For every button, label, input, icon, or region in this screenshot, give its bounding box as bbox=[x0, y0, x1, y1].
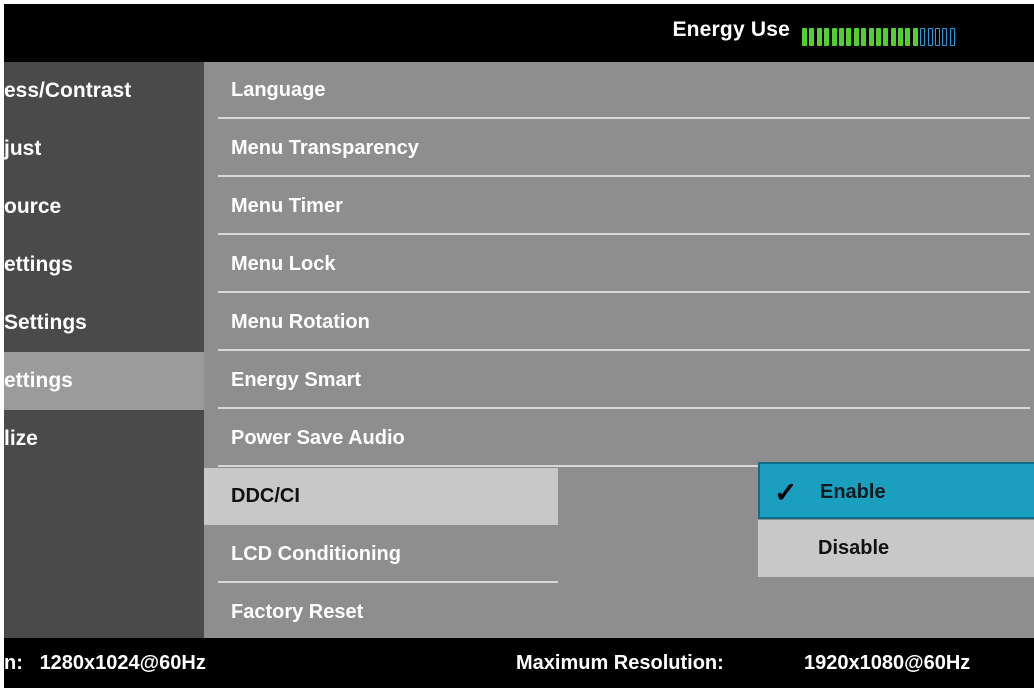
menu-item-menu-rotation[interactable]: Menu Rotation bbox=[218, 294, 1030, 351]
left-menu-item-brightness-contrast[interactable]: ess/Contrast bbox=[4, 62, 204, 120]
energy-segment-filled bbox=[831, 28, 837, 46]
left-menu-item-label: ource bbox=[4, 195, 62, 218]
energy-segment-empty bbox=[935, 28, 941, 46]
menu-item-menu-lock[interactable]: Menu Lock bbox=[218, 236, 1030, 293]
option-label: Enable bbox=[820, 481, 886, 503]
menu-item-ddc-ci[interactable]: DDC/CI bbox=[204, 468, 558, 525]
resolution-footer: n: 1280x1024@60Hz Maximum Resolution: 19… bbox=[4, 638, 1034, 688]
menu-item-power-save-audio[interactable]: Power Save Audio bbox=[218, 410, 1030, 467]
left-menu-item-auto-adjust[interactable]: just bbox=[4, 120, 204, 178]
energy-segment-empty bbox=[942, 28, 948, 46]
energy-segment-filled bbox=[824, 28, 830, 46]
left-menu-item-label: ettings bbox=[4, 369, 73, 392]
osd-header: Energy Use bbox=[4, 4, 1034, 62]
left-menu-item-label: ess/Contrast bbox=[4, 79, 132, 102]
ddc-ci-option-enable[interactable]: ✓ Enable bbox=[758, 462, 1034, 519]
energy-use-label: Energy Use bbox=[672, 18, 790, 41]
current-resolution-label: n: bbox=[4, 652, 23, 674]
current-resolution-value: 1280x1024@60Hz bbox=[39, 652, 206, 674]
energy-segment-filled bbox=[861, 28, 867, 46]
energy-segment-filled bbox=[809, 28, 815, 46]
energy-segment-filled bbox=[912, 28, 918, 46]
left-menu-item-personalize[interactable]: lize bbox=[4, 410, 204, 468]
option-label: Disable bbox=[818, 537, 890, 559]
energy-segment-empty bbox=[927, 28, 933, 46]
max-resolution-value: 1920x1080@60Hz bbox=[804, 652, 971, 674]
menu-item-energy-smart[interactable]: Energy Smart bbox=[218, 352, 1030, 409]
settings-menu: Language Menu Transparency Menu Timer Me… bbox=[204, 62, 1034, 638]
energy-segment-filled bbox=[883, 28, 889, 46]
energy-segment-filled bbox=[890, 28, 896, 46]
menu-item-language[interactable]: Language bbox=[218, 62, 1030, 119]
energy-segment-filled bbox=[816, 28, 822, 46]
menu-item-menu-timer[interactable]: Menu Timer bbox=[218, 178, 1030, 235]
energy-segment-filled bbox=[853, 28, 859, 46]
check-icon: ✓ bbox=[774, 477, 798, 508]
menu-item-menu-transparency[interactable]: Menu Transparency bbox=[218, 120, 1030, 177]
left-menu-item-color-settings[interactable]: ettings bbox=[4, 236, 204, 294]
left-menu-item-label: ettings bbox=[4, 253, 73, 276]
menu-item-lcd-conditioning[interactable]: LCD Conditioning bbox=[218, 526, 558, 583]
left-menu: ess/Contrast just ource ettings Settings… bbox=[4, 62, 204, 638]
energy-segment-filled bbox=[802, 28, 807, 46]
energy-segment-filled bbox=[868, 28, 874, 46]
left-menu-item-label: lize bbox=[4, 427, 38, 450]
left-menu-item-display-settings[interactable]: Settings bbox=[4, 294, 204, 352]
left-menu-item-label: Settings bbox=[4, 311, 87, 334]
max-resolution-label: Maximum Resolution: bbox=[516, 652, 724, 674]
energy-segment-empty bbox=[949, 28, 955, 46]
left-menu-item-label: just bbox=[4, 137, 42, 160]
left-menu-item-other-settings[interactable]: ettings bbox=[4, 352, 204, 410]
menu-item-factory-reset[interactable]: Factory Reset bbox=[218, 584, 1030, 641]
energy-segment-filled bbox=[875, 28, 881, 46]
energy-segment-filled bbox=[838, 28, 844, 46]
energy-segment-filled bbox=[898, 28, 904, 46]
monitor-osd: Energy Use ess/Contrast just ource ettin… bbox=[4, 4, 1034, 688]
energy-segment-filled bbox=[905, 28, 911, 46]
energy-segment-filled bbox=[846, 28, 852, 46]
energy-segment-empty bbox=[920, 28, 926, 46]
ddc-ci-option-disable[interactable]: Disable bbox=[758, 520, 1034, 577]
energy-use-meter bbox=[802, 28, 957, 48]
left-menu-item-input-source[interactable]: ource bbox=[4, 178, 204, 236]
current-resolution: n: 1280x1024@60Hz bbox=[4, 638, 206, 688]
